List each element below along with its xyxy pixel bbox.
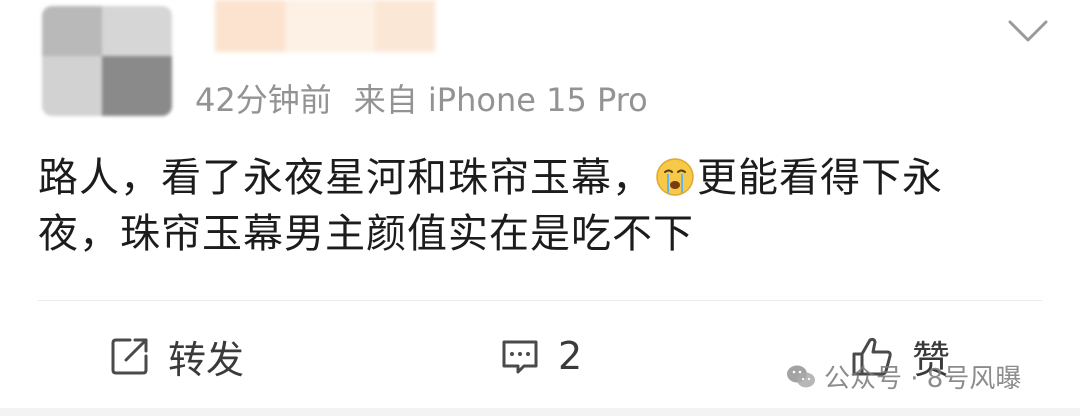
- comment-button[interactable]: 2: [498, 330, 582, 382]
- share-icon: [111, 338, 148, 375]
- divider: [38, 300, 1042, 301]
- post-text-line-1: 路人，看了永夜星河和珠帘玉幕， 更能看得下永: [38, 150, 1038, 206]
- watermark-text: 公众号 · 8号风曝: [824, 364, 1022, 394]
- repost-label: 转发: [168, 337, 245, 382]
- repost-button[interactable]: 转发: [108, 330, 244, 382]
- comment-count: 2: [558, 334, 583, 378]
- bottom-separator: [0, 408, 1080, 416]
- avatar[interactable]: [42, 6, 172, 116]
- weibo-post-card: 42分钟前 来自 iPhone 15 Pro 路人，看了永夜星河和珠帘玉幕， 更能…: [0, 0, 1080, 416]
- username-blurred[interactable]: [215, 0, 435, 52]
- watermark: 公众号 · 8号风曝: [786, 358, 1021, 395]
- post-source: 来自 iPhone 15 Pro: [353, 81, 648, 119]
- comment-icon: [502, 340, 538, 374]
- post-time: 42分钟前: [195, 81, 332, 119]
- post-body: 路人，看了永夜星河和珠帘玉幕， 更能看得下永 夜，珠帘玉幕男主颜值实在是吃不下: [38, 150, 1038, 262]
- crying-face-icon: [656, 158, 694, 196]
- post-text-segment: 路人，看了永夜星河和珠帘玉幕，: [38, 155, 653, 201]
- post-text-line-2: 夜，珠帘玉幕男主颜值实在是吃不下: [38, 211, 694, 257]
- post-meta: 42分钟前 来自 iPhone 15 Pro: [195, 78, 648, 122]
- wechat-icon: [787, 365, 815, 387]
- chevron-down-icon[interactable]: [1006, 16, 1050, 46]
- post-text-segment: 更能看得下永: [697, 155, 943, 201]
